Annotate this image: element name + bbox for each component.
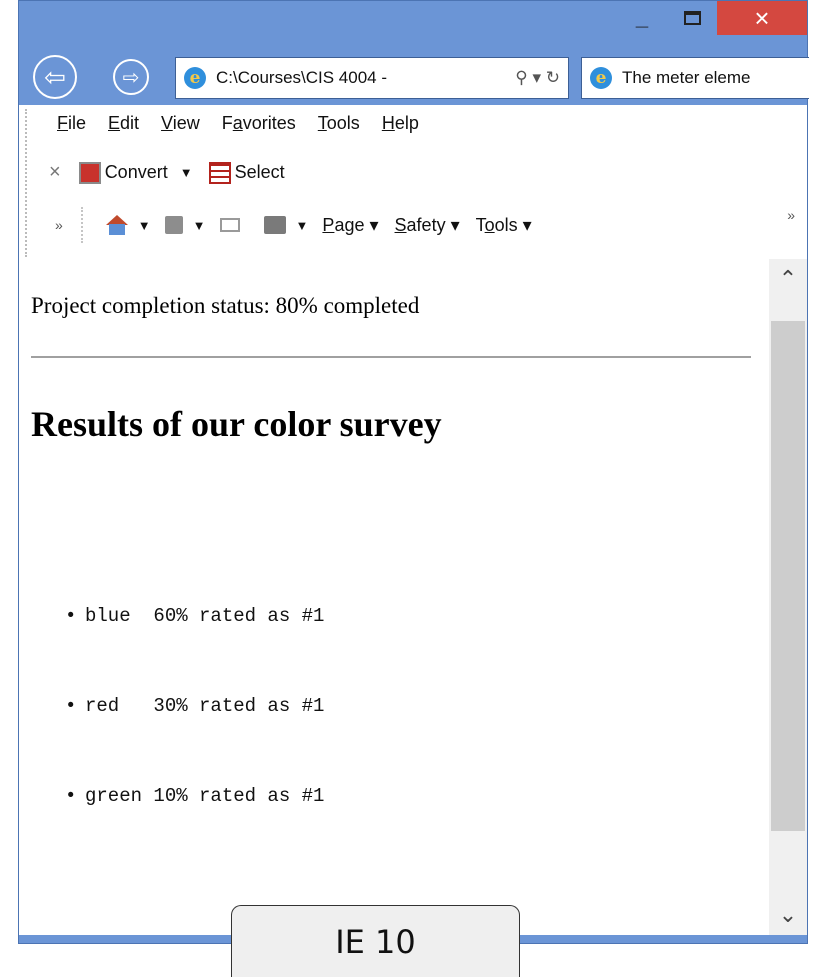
forward-arrow-icon: ⇨	[122, 66, 140, 89]
title-bar: _ ×	[19, 1, 807, 51]
select-icon	[208, 161, 231, 184]
print-icon[interactable]	[263, 216, 286, 234]
back-arrow-icon: ⇦	[44, 61, 66, 92]
ie-page-icon: e	[184, 67, 206, 89]
print-dropdown-icon[interactable]: ▼	[296, 218, 309, 233]
vertical-scrollbar[interactable]: ⌃ ⌄	[769, 259, 807, 935]
convert-dropdown-icon[interactable]: ▼	[180, 165, 193, 180]
completion-status: Project completion status: 80% completed	[31, 293, 420, 318]
page-menu-button[interactable]: Page ▾	[322, 215, 378, 236]
page-content: Project completion status: 80% completed…	[19, 259, 769, 935]
refresh-icon[interactable]: ↻	[546, 68, 560, 87]
mail-icon[interactable]	[219, 218, 240, 232]
select-button[interactable]: Select	[235, 162, 285, 183]
toolbar-grip[interactable]	[25, 109, 29, 257]
menu-edit[interactable]: Edit	[108, 113, 139, 134]
menu-tools[interactable]: Tools	[318, 113, 360, 134]
safety-menu-button[interactable]: Safety ▾	[395, 215, 460, 236]
menu-file[interactable]: File	[57, 113, 86, 134]
feeds-dropdown-icon[interactable]: ▼	[193, 218, 206, 233]
close-button[interactable]: ×	[717, 1, 807, 35]
minimize-button[interactable]: _	[623, 1, 661, 35]
tab-title: The meter eleme	[622, 68, 751, 87]
browser-version-label: IE 10	[231, 905, 520, 977]
menu-bar: File Edit View Favorites Tools Help	[57, 113, 419, 134]
convert-button[interactable]: Convert	[105, 162, 168, 183]
command-bar: » ▼ ▼ ▼ Page ▾ Safety ▾ Tools ▾	[55, 207, 548, 243]
toolbar-area: File Edit View Favorites Tools Help × Co…	[19, 105, 807, 259]
menu-help[interactable]: Help	[382, 113, 419, 134]
pdf-toolbar: × Convert ▼ Select	[49, 161, 285, 184]
home-dropdown-icon[interactable]: ▼	[138, 218, 151, 233]
command-separator	[80, 207, 84, 243]
page-title: Results of our color survey	[31, 404, 442, 444]
close-toolbar-icon[interactable]: ×	[49, 161, 61, 184]
address-tools[interactable]: ⚲ ▾ ↻	[515, 68, 560, 88]
search-icon[interactable]: ⚲ ▾	[515, 68, 541, 87]
home-icon[interactable]	[105, 215, 128, 235]
scroll-thumb[interactable]	[771, 321, 805, 831]
survey-results-list: blue 60% rated as #1 red 30% rated as #1…	[65, 605, 324, 875]
browser-window: _ × ⇦ ⇨ e C:\Courses\CIS 4004 - ⚲ ▾ ↻ e …	[18, 0, 809, 944]
chevron-left-icon[interactable]: »	[55, 217, 63, 233]
menu-favorites[interactable]: Favorites	[222, 113, 296, 134]
maximize-icon	[683, 11, 701, 25]
address-bar[interactable]: e C:\Courses\CIS 4004 - ⚲ ▾ ↻	[175, 57, 569, 99]
scroll-up-icon[interactable]: ⌃	[769, 259, 807, 299]
back-button[interactable]: ⇦	[33, 55, 77, 99]
tab-active[interactable]: e The meter eleme	[581, 57, 809, 99]
address-url[interactable]: C:\Courses\CIS 4004 -	[216, 68, 387, 88]
pdf-convert-icon	[78, 161, 101, 184]
menu-view[interactable]: View	[161, 113, 200, 134]
list-item: red 30% rated as #1	[65, 695, 324, 785]
chevron-right-icon[interactable]: »	[787, 207, 795, 223]
feeds-icon[interactable]	[164, 216, 183, 234]
maximize-button[interactable]	[669, 1, 715, 35]
ie-tab-icon: e	[590, 67, 612, 89]
scroll-down-icon[interactable]: ⌄	[769, 895, 807, 935]
forward-button[interactable]: ⇨	[113, 59, 149, 95]
divider	[31, 356, 751, 358]
tools-menu-button[interactable]: Tools ▾	[476, 215, 532, 236]
list-item: green 10% rated as #1	[65, 785, 324, 875]
list-item: blue 60% rated as #1	[65, 605, 324, 695]
